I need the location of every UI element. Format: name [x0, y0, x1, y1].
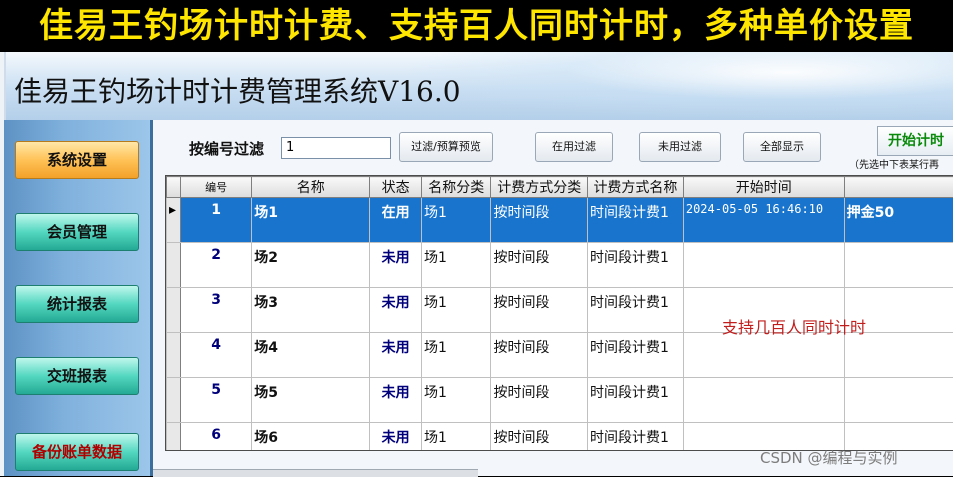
promo-banner: 佳易王钓场计时计费、支持百人同时计时，多种单价设置 — [0, 0, 953, 52]
cell-id: 3 — [180, 288, 251, 333]
show-all-button[interactable]: 全部显示 — [743, 132, 821, 162]
row-indicator — [167, 423, 181, 452]
filter-preview-button[interactable]: 过滤/预算预览 — [399, 132, 493, 162]
banner-text: 佳易王钓场计时计费、支持百人同时计时，多种单价设置 — [0, 0, 953, 52]
cell-billing-name: 时间段计费1 — [588, 288, 684, 333]
cell-id: 2 — [180, 243, 251, 288]
header-status[interactable]: 状态 — [370, 177, 422, 198]
cell-name-category: 场1 — [421, 198, 490, 243]
filter-number-input[interactable]: 1 — [281, 137, 391, 159]
row-indicator — [167, 333, 181, 378]
cell-billing-category: 按时间段 — [491, 288, 588, 333]
cell-billing-name: 时间段计费1 — [588, 423, 684, 452]
cell-name-category: 场1 — [421, 333, 490, 378]
cell-billing-name: 时间段计费1 — [588, 243, 684, 288]
table-row[interactable]: 4 场4 未用 场1 按时间段 时间段计费1 — [167, 333, 953, 378]
cell-start-time: 2024-05-05 16:46:10 — [683, 198, 844, 243]
cell-billing-category: 按时间段 — [491, 333, 588, 378]
cell-name: 场2 — [252, 243, 370, 288]
start-hint: （先选中下表某行再 — [849, 156, 939, 171]
header-billing-category[interactable]: 计费方式分类 — [491, 177, 588, 198]
cell-billing-category: 按时间段 — [491, 243, 588, 288]
cell-name: 场1 — [252, 198, 370, 243]
cell-id: 6 — [180, 423, 251, 452]
unused-filter-button[interactable]: 未用过滤 — [639, 132, 721, 162]
cell-billing-name: 时间段计费1 — [588, 198, 684, 243]
cell-billing-category: 按时间段 — [491, 423, 588, 452]
main-panel: 按编号过滤 1 过滤/预算预览 在用过滤 未用过滤 全部显示 开始计时 （先选中… — [153, 120, 953, 476]
cell-status: 未用 — [370, 288, 422, 333]
table-row[interactable]: 5 场5 未用 场1 按时间段 时间段计费1 — [167, 378, 953, 423]
cell-status: 在用 — [370, 198, 422, 243]
cell-billing-name: 时间段计费1 — [588, 378, 684, 423]
sidebar-item-system-settings[interactable]: 系统设置 — [15, 141, 139, 179]
cell-billing-category: 按时间段 — [491, 198, 588, 243]
header-id[interactable]: 编号 — [180, 177, 251, 198]
cell-status: 未用 — [370, 243, 422, 288]
row-indicator — [167, 243, 181, 288]
in-use-filter-button[interactable]: 在用过滤 — [535, 132, 613, 162]
cell-status: 未用 — [370, 423, 422, 452]
cell-extra: 押金50 — [844, 198, 953, 243]
cell-extra — [844, 378, 953, 423]
cell-name: 场6 — [252, 423, 370, 452]
filter-label: 按编号过滤 — [189, 138, 264, 159]
title-decoration — [395, 52, 953, 120]
sidebar-item-statistics-report[interactable]: 统计报表 — [15, 285, 139, 323]
row-indicator: ▸ — [167, 198, 181, 243]
cell-name: 场5 — [252, 378, 370, 423]
table-row[interactable]: 2 场2 未用 场1 按时间段 时间段计费1 — [167, 243, 953, 288]
cell-billing-category: 按时间段 — [491, 378, 588, 423]
sidebar-item-shift-report[interactable]: 交班报表 — [15, 357, 139, 395]
cell-name-category: 场1 — [421, 378, 490, 423]
header-name[interactable]: 名称 — [252, 177, 370, 198]
header-start-time[interactable]: 开始时间 — [683, 177, 844, 198]
start-timing-button[interactable]: 开始计时 — [877, 126, 953, 156]
cell-status: 未用 — [370, 378, 422, 423]
concurrency-note: 支持几百人同时计时 — [722, 314, 866, 338]
cell-name: 场4 — [252, 333, 370, 378]
header-name-category[interactable]: 名称分类 — [421, 177, 490, 198]
header-indicator — [167, 177, 181, 198]
cell-billing-name: 时间段计费1 — [588, 333, 684, 378]
watermark: CSDN @编程与实例 — [760, 447, 898, 468]
cell-extra — [844, 333, 953, 378]
sidebar-item-backup-bills[interactable]: 备份账单数据 — [15, 433, 139, 471]
table-header-row: 编号 名称 状态 名称分类 计费方式分类 计费方式名称 开始时间 — [167, 177, 953, 198]
cell-start-time — [683, 378, 844, 423]
cell-start-time — [683, 333, 844, 378]
cell-name-category: 场1 — [421, 423, 490, 452]
sidebar-item-member-management[interactable]: 会员管理 — [15, 213, 139, 251]
cell-id: 4 — [180, 333, 251, 378]
row-indicator — [167, 288, 181, 333]
title-bar: 佳易王钓场计时计费管理系统V16.0 — [4, 52, 953, 120]
cell-extra — [844, 243, 953, 288]
cell-start-time — [683, 243, 844, 288]
header-billing-name[interactable]: 计费方式名称 — [588, 177, 684, 198]
app-title: 佳易王钓场计时计费管理系统V16.0 — [14, 70, 461, 110]
app-window: 佳易王钓场计时计费管理系统V16.0 系统设置 会员管理 统计报表 交班报表 备… — [0, 52, 953, 476]
cell-status: 未用 — [370, 333, 422, 378]
cell-id: 1 — [180, 198, 251, 243]
table-row[interactable]: ▸ 1 场1 在用 场1 按时间段 时间段计费1 2024-05-05 16:4… — [167, 198, 953, 243]
cell-name: 场3 — [252, 288, 370, 333]
cell-name-category: 场1 — [421, 243, 490, 288]
row-indicator — [167, 378, 181, 423]
venue-table: 编号 名称 状态 名称分类 计费方式分类 计费方式名称 开始时间 ▸ 1 场1 — [165, 175, 953, 451]
cell-id: 5 — [180, 378, 251, 423]
header-extra[interactable] — [844, 177, 953, 198]
sidebar: 系统设置 会员管理 统计报表 交班报表 备份账单数据 — [4, 120, 153, 476]
cell-name-category: 场1 — [421, 288, 490, 333]
